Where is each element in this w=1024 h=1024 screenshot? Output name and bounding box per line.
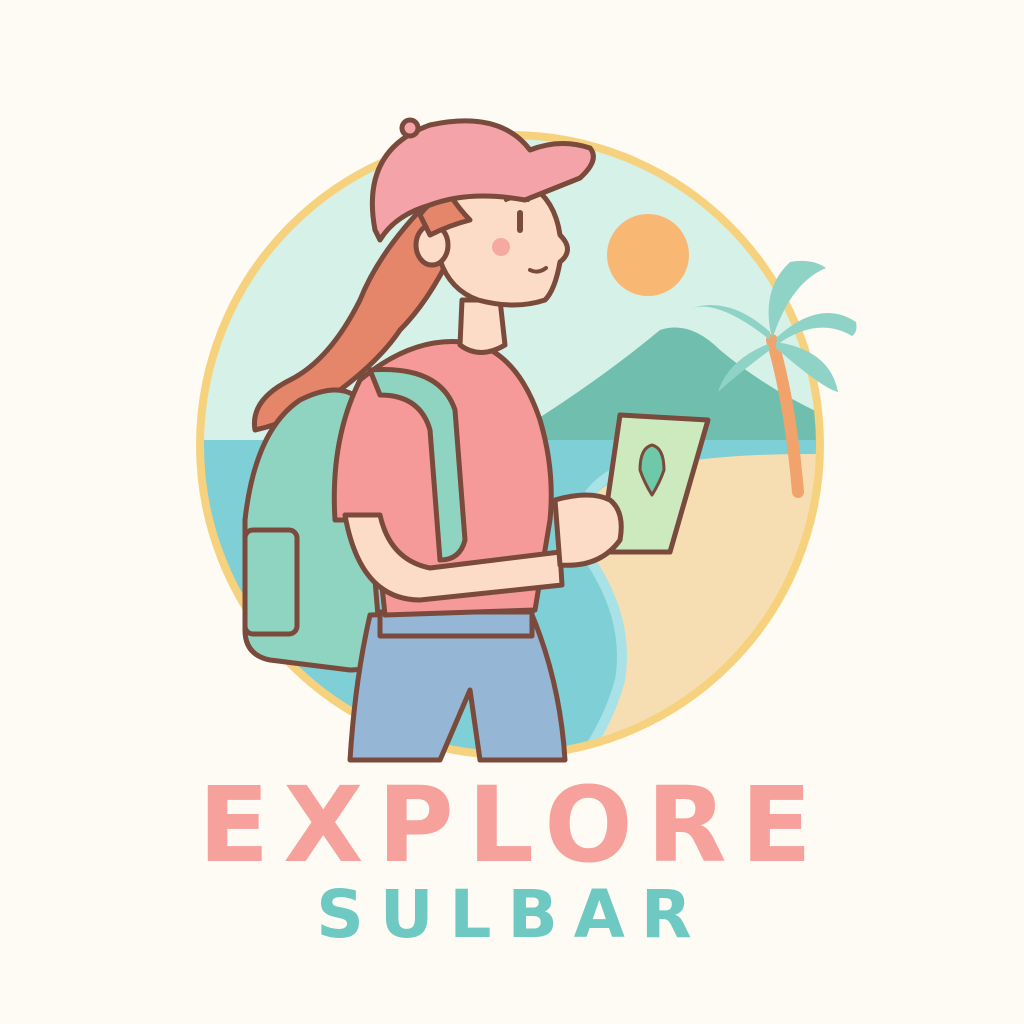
neck xyxy=(457,297,508,355)
logo-canvas: EXPLORE SULBAR xyxy=(0,0,1024,1024)
backpack-pocket xyxy=(242,527,300,637)
cap-button xyxy=(399,117,421,139)
logo-title: EXPLORE xyxy=(198,764,826,886)
logo-emblem xyxy=(196,117,857,763)
sun-icon xyxy=(607,214,689,296)
cheek xyxy=(492,238,510,256)
logo-subtitle: SULBAR xyxy=(316,876,708,953)
